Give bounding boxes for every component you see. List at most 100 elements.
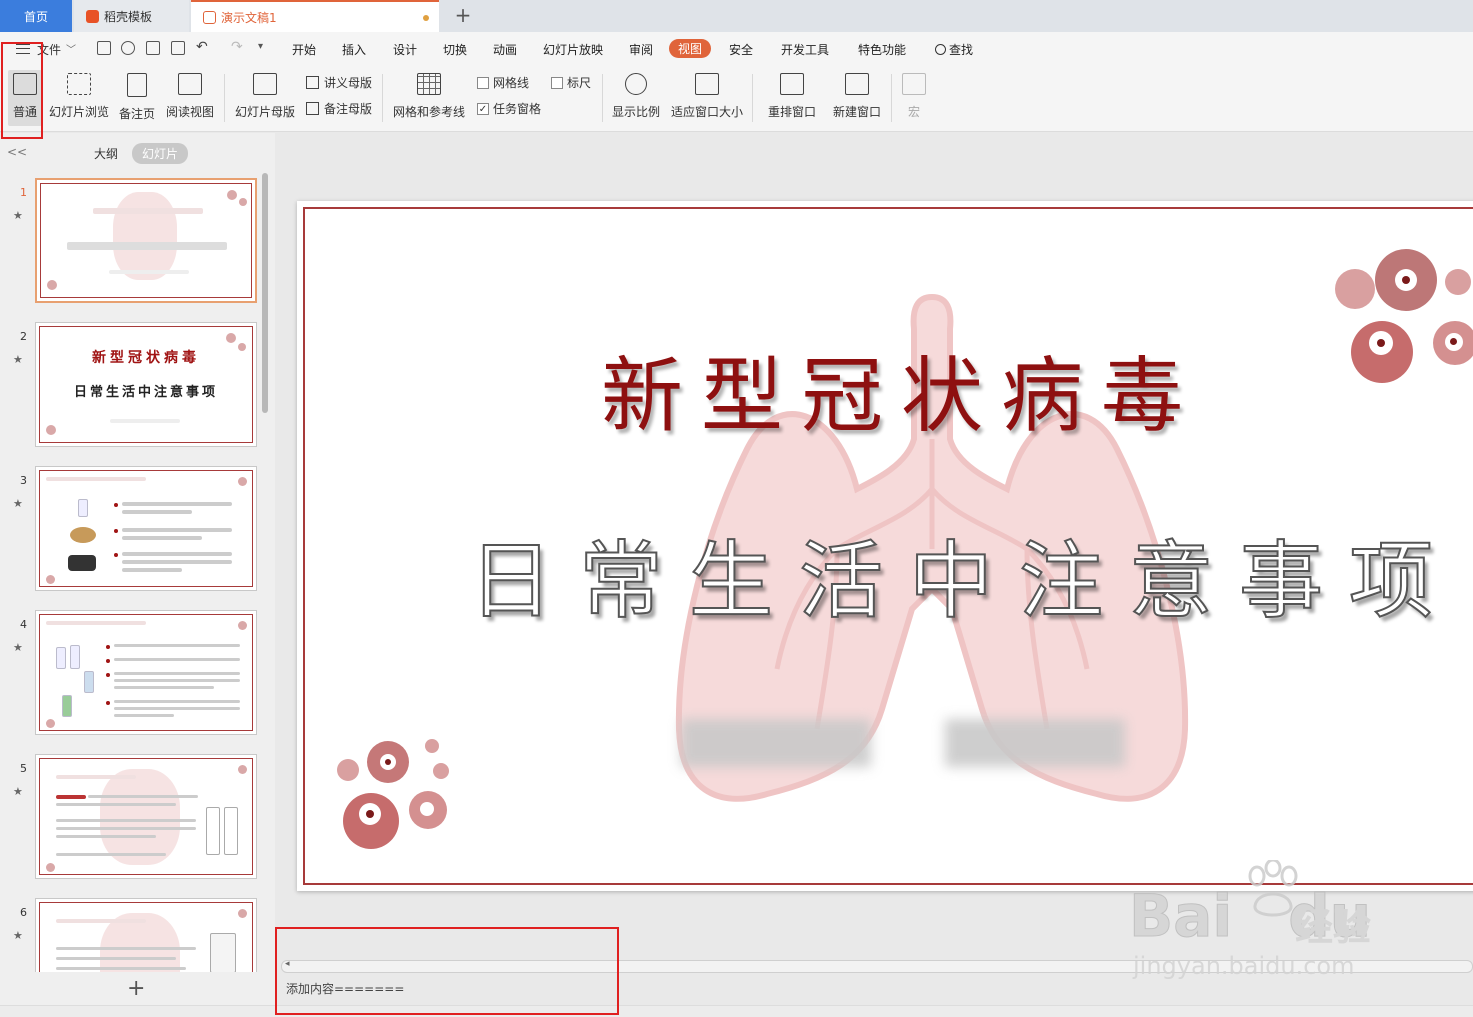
menu-insert[interactable]: 插入 xyxy=(342,41,366,58)
blurred-text xyxy=(122,552,232,556)
thumbnail-content xyxy=(39,758,253,875)
virus-pupil xyxy=(1377,339,1385,347)
toolbar-divider xyxy=(752,74,753,122)
tab-template[interactable]: 稻壳模板 xyxy=(74,0,189,32)
slide-title[interactable]: 新型冠状病毒 xyxy=(601,329,1201,448)
slide-thumbnail-1[interactable]: 1 ★ xyxy=(0,178,262,308)
gridlines-check[interactable] xyxy=(477,76,489,89)
tab-outline[interactable]: 大纲 xyxy=(94,145,118,162)
blurred-text xyxy=(93,208,203,214)
new-window-button[interactable]: 新建窗口 xyxy=(831,70,883,126)
macro-label: 宏 xyxy=(907,105,920,119)
menu-review[interactable]: 审阅 xyxy=(629,41,653,58)
blurred-text xyxy=(122,510,192,514)
slide-subtitle[interactable]: 日常生活中注意事项 xyxy=(468,514,1459,635)
print-preview-icon[interactable] xyxy=(171,41,185,55)
current-slide[interactable]: 新型冠状病毒 日常生活中注意事项 xyxy=(297,201,1473,891)
customize-toolbar-icon[interactable]: ▾ xyxy=(258,41,263,52)
menu-developer[interactable]: 开发工具 xyxy=(781,41,829,58)
zoom-button[interactable]: 显示比例 xyxy=(611,70,661,126)
gridlines-checkbox[interactable]: 网格线 xyxy=(477,74,529,91)
fit-window-button[interactable]: 适应窗口大小 xyxy=(670,70,744,126)
fit-window-icon xyxy=(695,73,719,95)
baidu-watermark: Bai du 经验 jingyan.baidu.com xyxy=(1125,860,1395,1000)
tab-slides[interactable]: 幻灯片 xyxy=(132,143,189,164)
arrange-windows-label: 重排窗口 xyxy=(767,105,816,119)
slide-thumbnail-6[interactable]: 6 ★ xyxy=(0,898,262,972)
menu-view[interactable]: 视图 xyxy=(669,39,712,58)
slide-thumbnail-3[interactable]: 3 ★ xyxy=(0,466,262,596)
watermark-jingyan: 经验 xyxy=(1295,905,1372,949)
virus-decoration xyxy=(227,190,237,200)
virus-decoration xyxy=(46,719,55,728)
handout-master-button[interactable]: 讲义母版 xyxy=(306,74,372,91)
unsaved-dot xyxy=(423,15,429,21)
grid-guides-button[interactable]: 网格和参考线 xyxy=(392,70,466,126)
handout-master-label: 讲义母版 xyxy=(324,76,373,90)
tab-home[interactable]: 首页 xyxy=(0,0,72,32)
slide-number: 6 xyxy=(20,906,27,919)
menu-security[interactable]: 安全 xyxy=(729,41,753,58)
slide-border: 新型冠状病毒 日常生活中注意事项 xyxy=(303,207,1473,885)
ruler-checkbox[interactable]: 标尺 xyxy=(551,74,591,91)
virus-decoration xyxy=(46,575,55,584)
virus-decoration xyxy=(226,333,236,343)
reading-view-button[interactable]: 阅读视图 xyxy=(164,70,216,126)
menu-special[interactable]: 特色功能 xyxy=(858,41,906,58)
slide-thumbnail-4[interactable]: 4 ★ xyxy=(0,610,262,740)
menu-slideshow[interactable]: 幻灯片放映 xyxy=(543,41,603,58)
virus-decoration xyxy=(343,793,399,849)
thumbnail-content xyxy=(39,470,253,587)
blurred-text xyxy=(114,644,240,647)
blurred-text xyxy=(46,621,146,625)
save-icon[interactable] xyxy=(97,41,111,55)
slide-thumbnail-2[interactable]: 2 ★ 新型冠状病毒 日常生活中注意事项 xyxy=(0,322,262,452)
bullet xyxy=(114,553,118,557)
menu-design[interactable]: 设计 xyxy=(393,41,417,58)
add-slide-button[interactable]: + xyxy=(127,976,145,1001)
slide-master-button[interactable]: 幻灯片母版 xyxy=(234,70,296,126)
annotation-highlight-normal-view xyxy=(1,42,43,139)
redo-icon[interactable]: ↷ xyxy=(231,39,243,55)
task-pane-label: 任务窗格 xyxy=(493,102,542,116)
macro-button[interactable]: 宏 xyxy=(900,70,928,126)
panel-scrollbar[interactable] xyxy=(262,173,268,413)
blurred-text xyxy=(122,536,202,540)
task-pane-check[interactable] xyxy=(477,102,489,115)
slide-thumbnail-5[interactable]: 5 ★ xyxy=(0,754,262,884)
blurred-text xyxy=(56,919,146,923)
new-tab-button[interactable]: + xyxy=(450,3,476,29)
notes-master-button[interactable]: 备注母版 xyxy=(306,100,372,117)
menu-search[interactable]: 查找 xyxy=(935,41,973,58)
virus-decoration xyxy=(238,765,247,774)
bleach-bottle-image xyxy=(224,807,238,855)
format-painter-icon[interactable] xyxy=(121,41,135,55)
blurred-text xyxy=(114,707,240,710)
blurred-text xyxy=(114,714,174,717)
menu-home[interactable]: 开始 xyxy=(292,41,316,58)
blurred-text xyxy=(56,803,176,806)
thumbnail-frame xyxy=(35,754,257,879)
print-icon[interactable] xyxy=(146,41,160,55)
slide-number: 4 xyxy=(20,618,27,631)
undo-icon[interactable]: ↶ xyxy=(196,39,208,55)
menu-transition[interactable]: 切换 xyxy=(443,41,467,58)
collapse-panel-icon[interactable]: << xyxy=(7,145,27,159)
blurred-text xyxy=(56,827,196,830)
blurred-text xyxy=(122,568,182,572)
tab-template-label: 稻壳模板 xyxy=(104,9,153,24)
animation-star-icon: ★ xyxy=(13,929,23,942)
menu-search-label: 查找 xyxy=(949,43,974,57)
cotton-image xyxy=(70,527,96,543)
lung-image xyxy=(100,769,180,865)
ruler-check[interactable] xyxy=(551,76,563,89)
slide-browse-button[interactable]: 幻灯片浏览 xyxy=(48,70,110,126)
virus-decoration xyxy=(238,343,246,351)
tab-document[interactable]: 演示文稿1 xyxy=(191,0,439,32)
notes-page-button[interactable]: 备注页 xyxy=(118,70,156,126)
grid-guides-label: 网格和参考线 xyxy=(392,105,465,119)
arrange-windows-button[interactable]: 重排窗口 xyxy=(762,70,822,126)
task-pane-checkbox[interactable]: 任务窗格 xyxy=(477,100,541,117)
virus-pupil xyxy=(1402,276,1410,284)
menu-animation[interactable]: 动画 xyxy=(493,41,517,58)
